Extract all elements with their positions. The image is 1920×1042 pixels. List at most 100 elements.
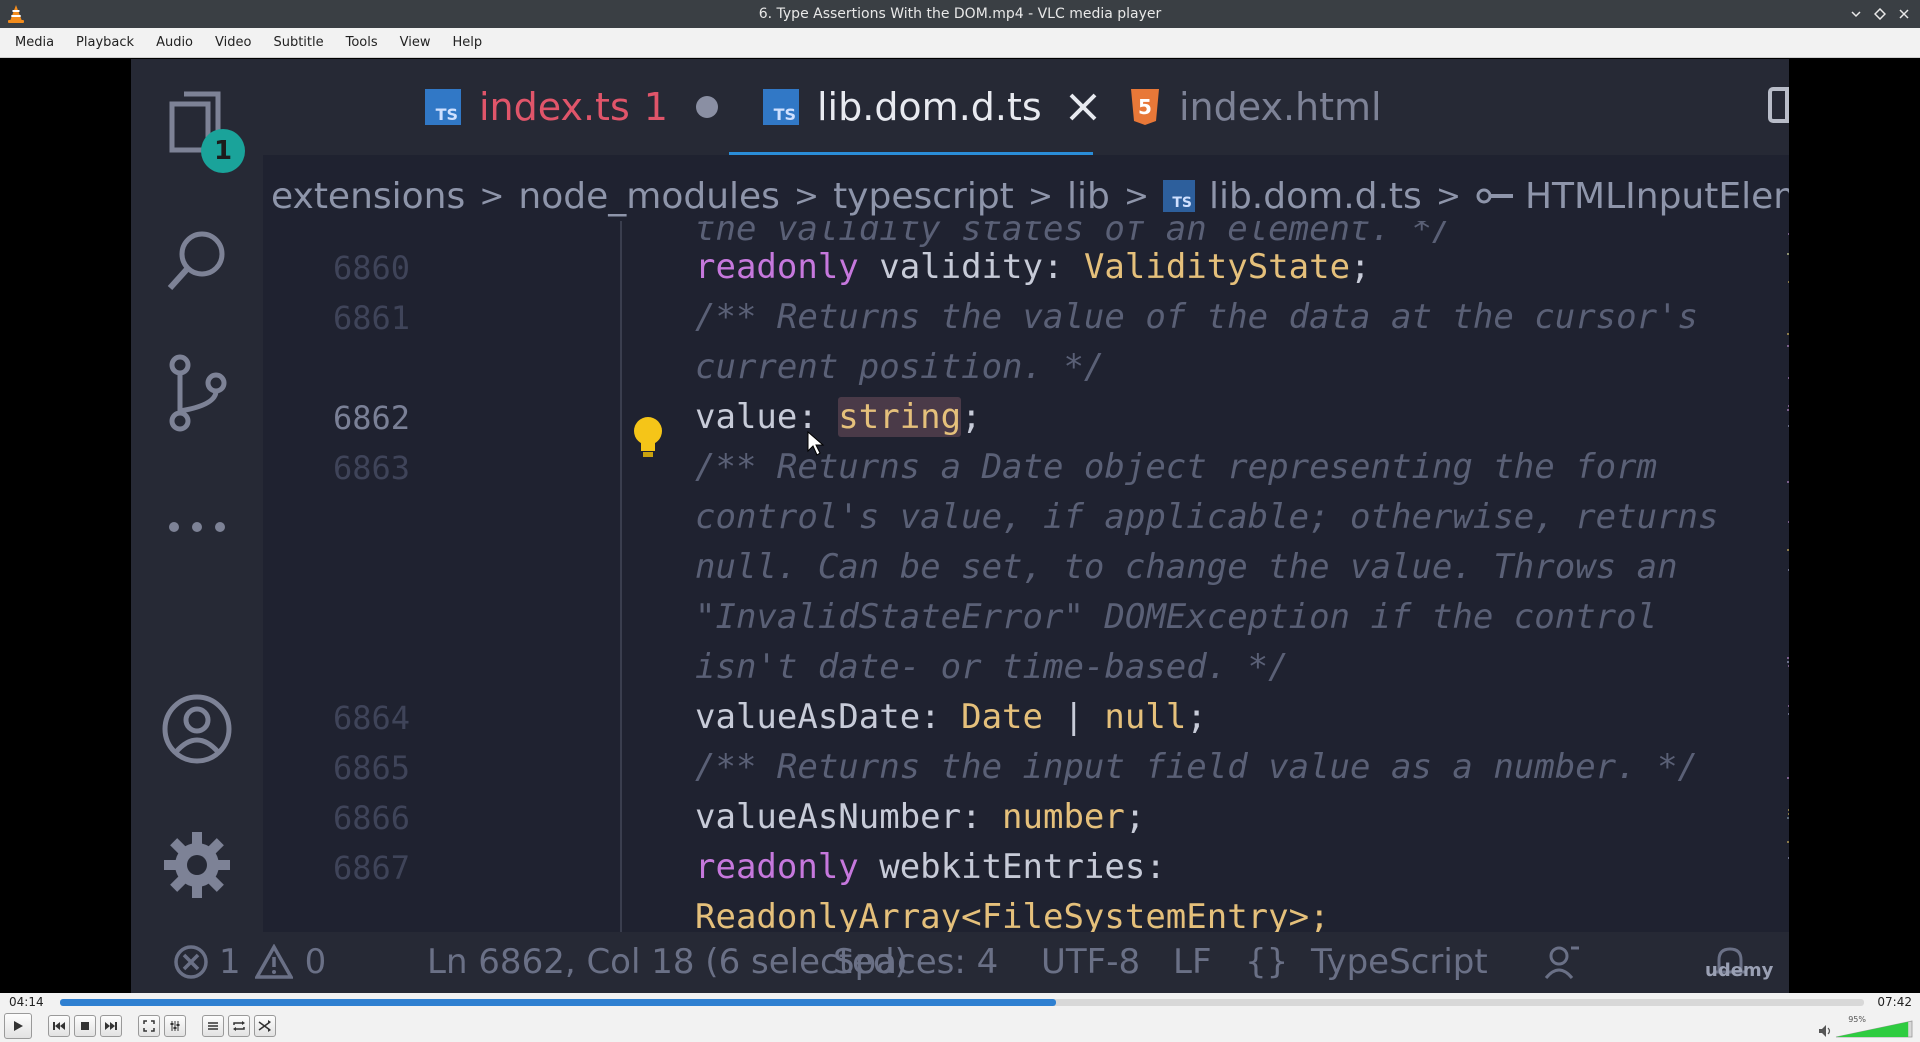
loop-button[interactable] bbox=[228, 1015, 250, 1037]
minimize-icon[interactable] bbox=[1846, 4, 1866, 24]
settings-gear-icon bbox=[153, 821, 241, 909]
minimap-line bbox=[1787, 657, 1789, 659]
close-icon[interactable] bbox=[1894, 4, 1914, 24]
menu-subtitle[interactable]: Subtitle bbox=[262, 28, 334, 58]
html5-file-icon: 5 bbox=[1129, 89, 1161, 125]
code-type: number bbox=[1002, 797, 1125, 837]
code-editor: the validity states of an element. */ 68… bbox=[263, 221, 1788, 932]
breadcrumb-item: extensions bbox=[271, 175, 466, 217]
warning-icon bbox=[254, 944, 293, 979]
minimap-line bbox=[1787, 549, 1789, 551]
code-keyword: readonly bbox=[695, 247, 859, 287]
problems-indicator: 1 0 bbox=[173, 942, 326, 982]
code-line: /** Returns a Date object representing t… bbox=[695, 447, 1658, 487]
stop-button[interactable] bbox=[74, 1015, 96, 1037]
code-type: null bbox=[1104, 697, 1187, 737]
minimap-line bbox=[1788, 233, 1789, 235]
menu-audio[interactable]: Audio bbox=[145, 28, 204, 58]
volume-slider[interactable]: 95% bbox=[1834, 1015, 1914, 1039]
active-tab-indicator bbox=[729, 152, 1093, 155]
line-number: 6866 bbox=[333, 799, 411, 837]
maximize-icon[interactable] bbox=[1870, 4, 1890, 24]
code-line: valueAsNumber: number; bbox=[695, 797, 1145, 837]
minimap-line bbox=[1787, 777, 1789, 779]
line-number: 6867 bbox=[333, 849, 411, 887]
minimap-line bbox=[1787, 481, 1789, 483]
loop-icon bbox=[233, 1021, 245, 1031]
menu-playback[interactable]: Playback bbox=[65, 28, 145, 58]
udemy-watermark: udemy bbox=[1705, 960, 1774, 981]
minimap-line bbox=[1788, 569, 1789, 571]
indentation: Spaces: 4 bbox=[833, 942, 999, 982]
breadcrumb-item: lib.dom.d.ts bbox=[1208, 175, 1422, 217]
total-time: 07:42 bbox=[1877, 995, 1912, 1009]
breadcrumb-item: typescript bbox=[833, 175, 1014, 217]
seek-progress bbox=[60, 999, 1056, 1006]
selected-text: string bbox=[838, 397, 962, 437]
minimap-line bbox=[1787, 661, 1789, 663]
chevron-right-icon: > bbox=[479, 178, 505, 214]
minimap-line bbox=[1788, 809, 1789, 811]
next-button[interactable] bbox=[100, 1015, 122, 1037]
playlist-button[interactable] bbox=[202, 1015, 224, 1037]
code-line: isn't date- or time-based. */ bbox=[695, 647, 1289, 687]
minimap-line bbox=[1787, 333, 1789, 335]
code-line: readonly webkitEntries: bbox=[695, 847, 1166, 887]
fullscreen-button[interactable] bbox=[138, 1015, 160, 1037]
minimap-line bbox=[1787, 345, 1789, 347]
menu-video[interactable]: Video bbox=[204, 28, 262, 58]
activity-bar: 1 bbox=[131, 59, 263, 932]
indent-guide bbox=[620, 221, 622, 932]
elapsed-time: 04:14 bbox=[9, 995, 44, 1009]
fullscreen-icon bbox=[143, 1020, 155, 1032]
minimap bbox=[1787, 233, 1789, 859]
code-type: Date bbox=[961, 697, 1043, 737]
chevron-right-icon: > bbox=[1027, 178, 1053, 214]
status-bar: 1 0 Ln 6862, Col 18 (6 selected) Spaces:… bbox=[131, 932, 1789, 993]
code-token: valueAsDate: bbox=[695, 697, 962, 737]
code-token: ; bbox=[1124, 797, 1146, 837]
code-token: | bbox=[1043, 697, 1105, 737]
menu-bar: Media Playback Audio Video Subtitle Tool… bbox=[0, 28, 1920, 58]
code-token: valueAsNumber: bbox=[695, 797, 1003, 837]
menu-media[interactable]: Media bbox=[4, 28, 65, 58]
minimap-line bbox=[1788, 713, 1789, 715]
menu-view[interactable]: View bbox=[389, 28, 442, 58]
speaker-icon[interactable] bbox=[1818, 1023, 1834, 1042]
play-button[interactable] bbox=[4, 1013, 32, 1039]
minimap-line bbox=[1788, 857, 1789, 859]
chevron-right-icon: > bbox=[793, 178, 820, 214]
minimap-line bbox=[1787, 253, 1789, 255]
tab-index-html: 5 index.html bbox=[1129, 59, 1382, 155]
minimap-line bbox=[1787, 409, 1789, 411]
error-icon bbox=[174, 945, 208, 979]
line-number: 6865 bbox=[333, 749, 411, 787]
shuffle-button[interactable] bbox=[254, 1015, 276, 1037]
minimap-line bbox=[1788, 377, 1789, 379]
seek-slider[interactable] bbox=[60, 999, 1864, 1006]
editor-tabs: TS index.ts 1 TS lib.dom.d.ts 5 index.ht… bbox=[263, 59, 1789, 155]
extended-settings-button[interactable] bbox=[164, 1015, 186, 1037]
code-type: ValidityState bbox=[1083, 247, 1351, 287]
split-editor-icon bbox=[1767, 85, 1789, 129]
minimap-line bbox=[1787, 817, 1789, 819]
tab-label: index.ts bbox=[479, 85, 630, 129]
tab-label: index.html bbox=[1179, 85, 1382, 129]
svg-text:5: 5 bbox=[1138, 95, 1152, 119]
close-tab-icon bbox=[1068, 92, 1098, 122]
menu-tools[interactable]: Tools bbox=[335, 28, 389, 58]
code-line: ReadonlyArray<FileSystemEntry>; bbox=[695, 897, 1330, 932]
tab-lib-dom: TS lib.dom.d.ts bbox=[763, 59, 1098, 155]
code-line: /** Returns the value of the data at the… bbox=[695, 297, 1699, 337]
equalizer-icon bbox=[170, 1021, 180, 1031]
window-title: 6. Type Assertions With the DOM.mp4 - VL… bbox=[758, 6, 1162, 22]
shuffle-icon bbox=[258, 1020, 271, 1032]
video-area[interactable]: 1 TS index.ts 1 TS lib.dom.d.ts 5 index.… bbox=[0, 59, 1920, 993]
minimap-line bbox=[1787, 841, 1789, 843]
more-icon bbox=[153, 483, 241, 571]
source-control-icon bbox=[153, 349, 241, 437]
previous-button[interactable] bbox=[48, 1015, 70, 1037]
minimap-line bbox=[1788, 281, 1789, 283]
menu-help[interactable]: Help bbox=[442, 28, 494, 58]
encoding: UTF-8 bbox=[1041, 942, 1141, 982]
